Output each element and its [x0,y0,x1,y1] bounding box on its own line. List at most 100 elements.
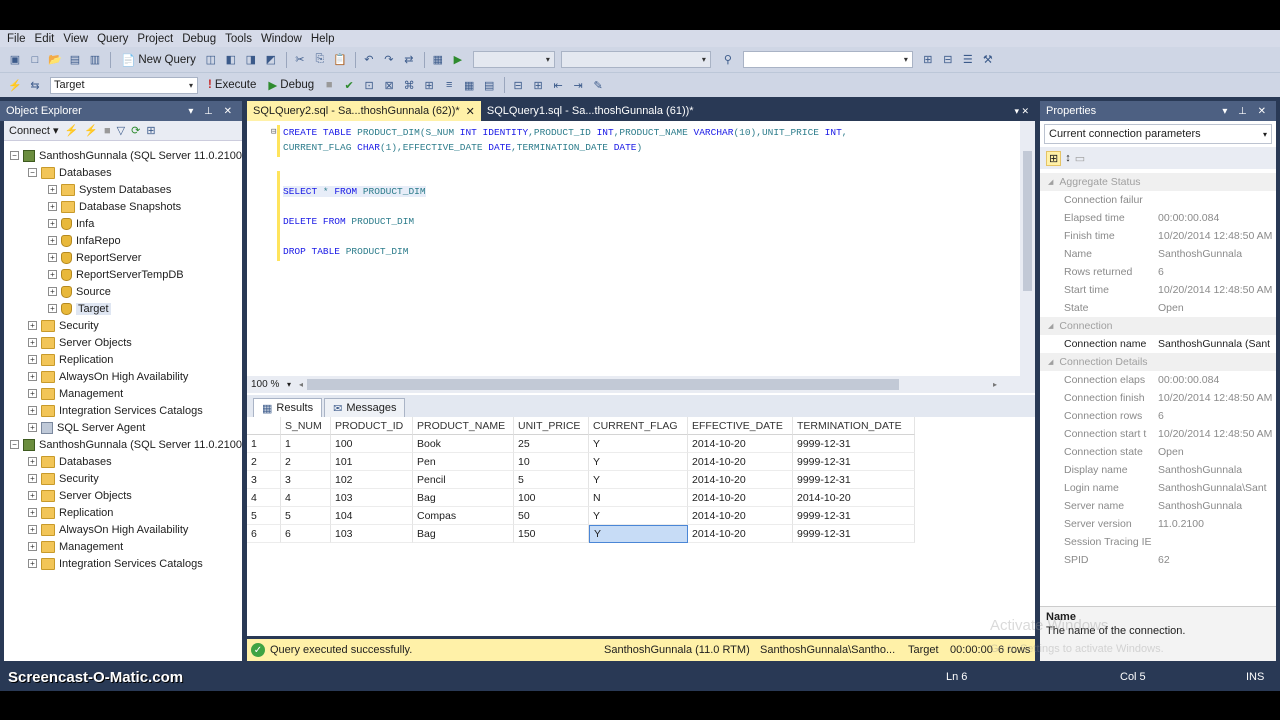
debug-button[interactable]: ▶ Debug [268,78,314,92]
expand-icon[interactable]: + [28,491,37,500]
property-category[interactable]: ◢ Connection [1040,317,1276,335]
grid-cell[interactable]: 150 [514,525,589,543]
tree-node-system-databases[interactable]: + System Databases [48,181,171,198]
grid-cell[interactable]: 104 [331,507,413,525]
expand-icon[interactable]: + [28,423,37,432]
panel-controls[interactable]: ▾ ⊥ ✕ [188,106,236,117]
db-engine-query-icon[interactable]: ◫ [202,51,220,69]
results-to-text-icon[interactable]: ≡ [440,76,458,94]
property-row[interactable]: Connection rows 6 [1040,407,1276,425]
grid-cell[interactable]: 1 [281,435,331,453]
open-file-icon[interactable]: 📂 [46,51,64,69]
expand-icon[interactable]: + [48,270,57,279]
grid-cell[interactable]: 9999-12-31 [793,471,915,489]
results-to-file-icon[interactable]: ▤ [480,76,498,94]
menu-query[interactable]: Query [97,33,128,45]
expand-icon[interactable]: + [28,474,37,483]
tree-node-server[interactable]: − SanthoshGunnala (SQL Server 11.0.2100 [10,147,242,164]
tree-node-databases[interactable]: − Databases [28,164,112,181]
column-header[interactable]: S_NUM [281,417,331,435]
stop-icon[interactable]: ■ [104,125,111,137]
row-header[interactable]: 1 [247,435,281,453]
specify-values-icon[interactable]: ✎ [589,76,607,94]
filter-icon[interactable]: ▽ [117,124,125,137]
property-category[interactable]: ◢ Connection Details [1040,353,1276,371]
tree-node-reportserver[interactable]: + ReportServer [48,249,141,266]
expand-icon[interactable]: + [28,406,37,415]
tree-node-server-objects[interactable]: + Server Objects [28,334,132,351]
redo-icon[interactable]: ↷ [380,51,398,69]
property-pages-icon[interactable]: ▭ [1075,152,1085,165]
tree-node-integration-services[interactable]: + Integration Services Catalogs [28,402,203,419]
property-row[interactable]: Display name SanthoshGunnala [1040,461,1276,479]
tab-overflow[interactable]: ▾ ✕ [1008,101,1035,121]
grid-cell[interactable]: 2014-10-20 [688,435,793,453]
tree-node-alwayson[interactable]: + AlwaysOn High Availability [28,368,188,385]
grid-cell[interactable]: Y [589,507,688,525]
property-row[interactable]: Rows returned 6 [1040,263,1276,281]
properties-icon[interactable]: ☰ [959,51,977,69]
undo-icon[interactable]: ↶ [360,51,378,69]
grid-cell[interactable]: 9999-12-31 [793,507,915,525]
registered-servers-icon[interactable]: ⊞ [919,51,937,69]
scroll-right-icon[interactable]: ▸ [993,380,997,389]
tab-sqlquery1[interactable]: SQLQuery1.sql - Sa...thoshGunnala (61))* [481,101,700,121]
collapse-icon[interactable]: ◢ [1048,358,1053,366]
results-to-grid-icon[interactable]: ▦ [460,76,478,94]
tree-node-infa[interactable]: + Infa [48,215,94,232]
execute-button[interactable]: ! Execute [208,79,256,91]
menu-window[interactable]: Window [261,33,302,45]
toolbox-icon[interactable]: ⚒ [979,51,997,69]
categorized-icon[interactable]: ⊞ [1046,150,1062,166]
platform-combo[interactable]: ▾ [560,51,711,68]
menu-view[interactable]: View [63,33,88,45]
grid-cell[interactable]: Y [589,453,688,471]
column-header[interactable]: PRODUCT_ID [331,417,413,435]
row-header[interactable]: 6 [247,525,281,543]
grid-cell[interactable]: Y [589,471,688,489]
expand-icon[interactable]: + [28,372,37,381]
menu-project[interactable]: Project [137,33,173,45]
start-icon[interactable]: ▶ [449,51,467,69]
grid-cell[interactable]: 4 [281,489,331,507]
expand-icon[interactable]: + [28,355,37,364]
alphabetical-icon[interactable]: ↕ [1065,152,1071,164]
chevron-down-icon[interactable]: ▾ [287,380,291,389]
refresh-icon[interactable]: ⟳ [131,124,140,137]
grid-cell[interactable]: 2014-10-20 [688,471,793,489]
grid-cell[interactable]: Y [589,435,688,453]
tree-node-databases-2[interactable]: + Databases [28,453,112,470]
collapse-icon[interactable]: ◢ [1048,322,1053,330]
expand-icon[interactable]: + [28,525,37,534]
menu-help[interactable]: Help [311,33,335,45]
tree-node-security[interactable]: + Security [28,317,99,334]
property-row[interactable]: SPID 62 [1040,551,1276,569]
expand-icon[interactable]: + [48,304,57,313]
expand-icon[interactable]: + [28,542,37,551]
tree-node-database-snapshots[interactable]: + Database Snapshots [48,198,181,215]
intellisense-icon[interactable]: ⌘ [400,76,418,94]
close-icon[interactable]: ✕ [466,105,475,118]
mdx-query-icon[interactable]: ◨ [242,51,260,69]
collapse-icon[interactable]: ◢ [1048,178,1053,186]
property-row[interactable]: Elapsed time 00:00:00.084 [1040,209,1276,227]
grid-cell[interactable]: 100 [514,489,589,507]
new-query-button[interactable]: 📄 New Query [121,53,196,67]
available-databases-combo[interactable]: Target ▾ [50,76,198,94]
cancel-query-icon[interactable]: ■ [320,76,338,94]
menu-file[interactable]: File [7,33,26,45]
grid-cell[interactable]: Bag [413,525,514,543]
expand-icon[interactable]: + [48,202,57,211]
object-explorer-icon[interactable]: ⊟ [939,51,957,69]
scroll-thumb[interactable] [307,379,900,390]
navigate-icon[interactable]: ⇄ [400,51,418,69]
expand-icon[interactable]: + [28,559,37,568]
grid-cell[interactable]: 5 [514,471,589,489]
decrease-indent-icon[interactable]: ⇤ [549,76,567,94]
expand-icon[interactable]: + [28,457,37,466]
grid-cell[interactable]: Compas [413,507,514,525]
tab-messages[interactable]: ✉ Messages [324,398,406,417]
include-plan-icon[interactable]: ⊞ [420,76,438,94]
grid-cell[interactable]: 25 [514,435,589,453]
row-header[interactable]: 2 [247,453,281,471]
